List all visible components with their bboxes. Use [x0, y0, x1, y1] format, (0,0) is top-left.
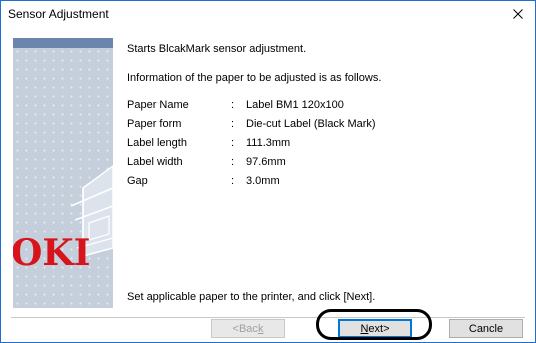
instruction-text: Set applicable paper to the printer, and…: [127, 291, 376, 303]
field-separator: :: [231, 137, 235, 149]
field-label: Gap: [127, 175, 148, 187]
field-gap: Gap : 3.0mm: [127, 175, 517, 189]
info-heading: Information of the paper to be adjusted …: [127, 72, 382, 84]
close-button[interactable]: [501, 1, 535, 27]
field-label: Paper form: [127, 118, 182, 130]
footer-divider: [11, 317, 525, 318]
next-button-label: Next>: [360, 322, 390, 335]
field-label-length: Label length : 111.3mm: [127, 137, 517, 151]
side-banner: OKI: [13, 38, 113, 308]
dialog-content: OKI Starts BlcakMark sensor adjustment. …: [1, 27, 535, 315]
intro-text: Starts BlcakMark sensor adjustment.: [127, 43, 307, 55]
back-button[interactable]: <Back: [211, 319, 285, 338]
field-value: Die-cut Label (Black Mark): [246, 118, 376, 130]
close-icon: [513, 9, 523, 19]
field-value: Label BM1 120x100: [246, 99, 344, 111]
field-paper-form: Paper form : Die-cut Label (Black Mark): [127, 118, 517, 132]
field-label: Label length: [127, 137, 187, 149]
window-title: Sensor Adjustment: [8, 7, 109, 21]
field-separator: :: [231, 175, 235, 187]
oki-logo: OKI: [13, 232, 91, 274]
field-separator: :: [231, 118, 235, 130]
sensor-adjustment-dialog: Sensor Adjustment OKI Starts BlcakMark s…: [0, 0, 536, 343]
field-label-width: Label width : 97.6mm: [127, 156, 517, 170]
field-value: 111.3mm: [246, 137, 291, 149]
field-label: Paper Name: [127, 99, 189, 111]
field-separator: :: [231, 156, 235, 168]
field-value: 97.6mm: [246, 156, 286, 168]
field-separator: :: [231, 99, 235, 111]
cancel-button[interactable]: Cancle: [449, 319, 523, 338]
title-bar: Sensor Adjustment: [1, 1, 535, 27]
field-label: Label width: [127, 156, 183, 168]
field-paper-name: Paper Name : Label BM1 120x100: [127, 99, 517, 113]
next-button[interactable]: Next>: [338, 319, 412, 338]
field-value: 3.0mm: [246, 175, 280, 187]
back-button-label: <Back: [232, 322, 264, 335]
